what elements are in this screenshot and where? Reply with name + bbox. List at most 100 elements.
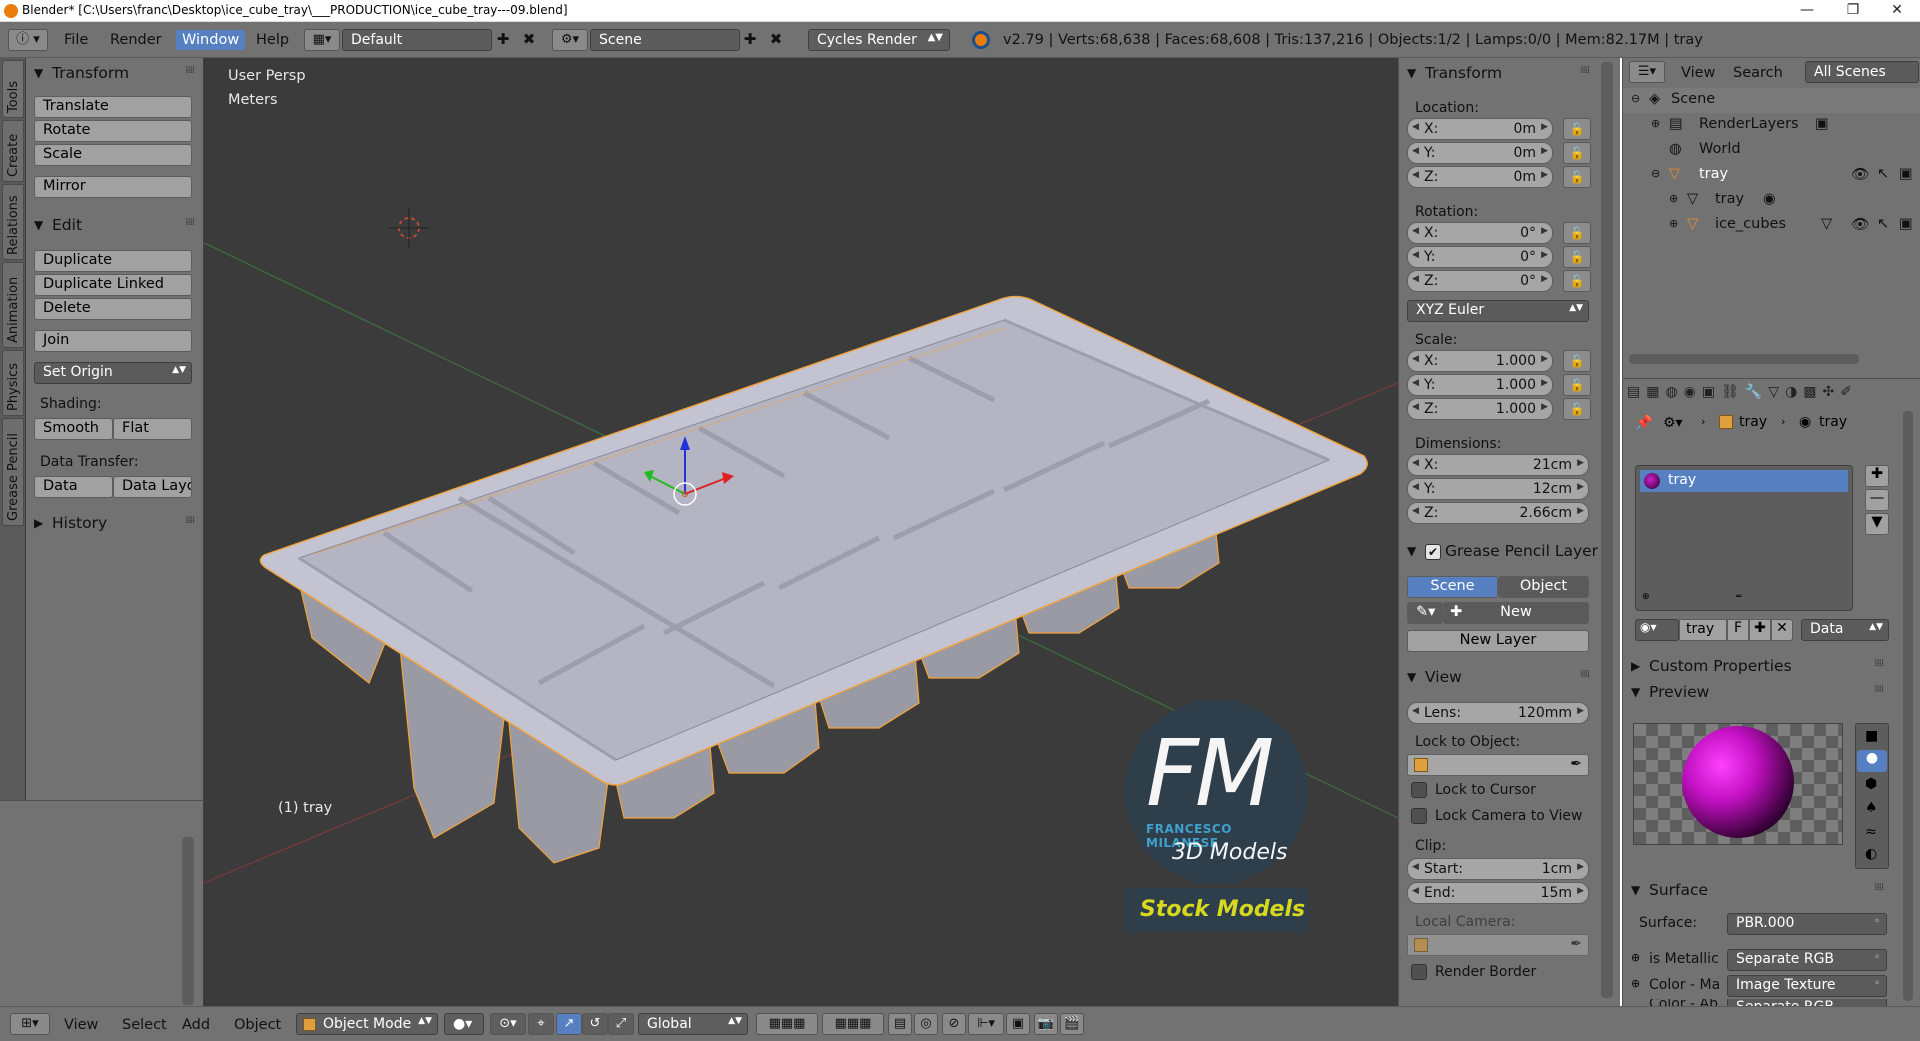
- rotate-button[interactable]: Rotate: [34, 120, 192, 142]
- material-slot-row[interactable]: tray: [1640, 470, 1848, 492]
- dimension-z-field[interactable]: ◀ Z: 2.66cm ▶: [1407, 502, 1589, 524]
- proportional-edit-icon[interactable]: ◎: [914, 1013, 938, 1035]
- scale-button[interactable]: Scale: [34, 144, 192, 166]
- lock-rotation-y-icon[interactable]: 🔓: [1563, 246, 1591, 268]
- lock-scale-z-icon[interactable]: 🔓: [1563, 398, 1591, 420]
- outliner-item-ice-cubes[interactable]: ⊕ ▽ ice_cubes ▽ 👁 ↖ ▣: [1623, 213, 1920, 238]
- 3d-viewport[interactable]: User Persp Meters (1) tray FM FRANCESCO …: [204, 58, 1398, 1006]
- render-camera-icon[interactable]: ▣: [1899, 216, 1913, 232]
- grease-pencil-icon[interactable]: ✎▾: [1407, 602, 1443, 624]
- shading-smooth-button[interactable]: Smooth: [34, 418, 113, 440]
- lock-object-field[interactable]: ✒: [1407, 754, 1589, 776]
- preview-sky-icon[interactable]: ◐: [1865, 846, 1877, 862]
- is-metallic-input-select[interactable]: Separate RGB ◦: [1727, 949, 1887, 971]
- shading-flat-button[interactable]: Flat: [113, 418, 192, 440]
- data-transfer-data-button[interactable]: Data: [34, 476, 113, 498]
- preview-header[interactable]: ▼ Preview ⁞⁞⁞⁞: [1623, 681, 1893, 705]
- outliner-item-tray[interactable]: ⊖ ▽ tray 👁 ↖ ▣: [1623, 163, 1920, 188]
- outliner-display-mode[interactable]: All Scenes: [1805, 61, 1919, 83]
- collapse-icon[interactable]: ⊖: [1631, 92, 1640, 105]
- n-view-header[interactable]: ▼ View ⁞⁞⁞⁞: [1399, 666, 1599, 690]
- material-specials-button[interactable]: ▼: [1865, 513, 1889, 535]
- outliner-item-world[interactable]: ◍ World: [1623, 138, 1920, 163]
- lock-location-x-icon[interactable]: 🔓: [1563, 118, 1591, 140]
- drag-grip-icon[interactable]: ⁞⁞⁞⁞: [1580, 669, 1590, 680]
- new-material-button[interactable]: ✚: [1749, 619, 1771, 641]
- lock-camera-layers-icon[interactable]: ▤: [888, 1013, 912, 1035]
- drag-grip-icon[interactable]: ⁞⁞⁞⁞: [1874, 658, 1884, 669]
- grease-new-button[interactable]: ✚ New: [1443, 602, 1589, 624]
- screen-layout-icon[interactable]: ▦▾: [304, 29, 340, 51]
- menu-window[interactable]: Window: [176, 30, 246, 50]
- add-scene-icon[interactable]: ✚: [741, 31, 759, 49]
- context-tab-icons[interactable]: ▤▦◍◉▣⛓🔧▽◑▩✣✐: [1627, 384, 1858, 400]
- location-z-field[interactable]: ◀ Z: 0m ▶: [1407, 166, 1553, 188]
- grease-object-button[interactable]: Object: [1498, 576, 1589, 598]
- scale-y-field[interactable]: ◀ Y: 1.000 ▶: [1407, 374, 1553, 396]
- render-opengl-icon[interactable]: 📷: [1034, 1013, 1058, 1035]
- scale-z-field[interactable]: ◀ Z: 1.000 ▶: [1407, 398, 1553, 420]
- select-arrow-icon[interactable]: ↖: [1877, 216, 1889, 232]
- visibility-eye-icon[interactable]: 👁: [1851, 166, 1869, 183]
- lens-field[interactable]: ◀ Lens: 120mm ▶: [1407, 702, 1589, 724]
- expand-icon[interactable]: ⊕: [1669, 217, 1678, 230]
- lock-rotation-z-icon[interactable]: 🔓: [1563, 270, 1591, 292]
- maximize-button[interactable]: ❐: [1830, 0, 1876, 22]
- clip-end-field[interactable]: ◀ End: 15m ▶: [1407, 882, 1589, 904]
- drag-grip-icon[interactable]: ⁞⁞⁞⁞: [1874, 882, 1884, 893]
- color-map-input-select[interactable]: Image Texture ◦: [1727, 975, 1887, 997]
- clip-start-field[interactable]: ◀ Start: 1cm ▶: [1407, 858, 1589, 880]
- properties-scrollbar[interactable]: [1903, 411, 1913, 1001]
- tab-create[interactable]: Create: [2, 120, 24, 182]
- outliner-item-renderlayers[interactable]: ⊕ ▤ RenderLayers ▣: [1623, 113, 1920, 138]
- drag-grip-icon[interactable]: ⁞⁞⁞⁞: [185, 65, 195, 76]
- history-panel-header[interactable]: ▶ History ⁞⁞⁞⁞: [26, 512, 204, 536]
- menu-object[interactable]: Object: [228, 1015, 287, 1035]
- rotation-y-field[interactable]: ◀ Y: 0° ▶: [1407, 246, 1553, 268]
- eyedropper-icon[interactable]: ✒: [1570, 936, 1582, 952]
- grease-scene-button[interactable]: Scene: [1407, 576, 1498, 598]
- rotation-z-field[interactable]: ◀ Z: 0° ▶: [1407, 270, 1553, 292]
- material-link-select[interactable]: Data ▲▼: [1801, 619, 1889, 641]
- render-border-checkbox[interactable]: [1411, 964, 1427, 980]
- expand-icon[interactable]: ⊕: [1669, 192, 1678, 205]
- translate-button[interactable]: Translate: [34, 96, 192, 118]
- socket-expand-icon[interactable]: ⊕: [1631, 977, 1640, 990]
- tab-physics[interactable]: Physics: [2, 350, 24, 416]
- material-browse-button[interactable]: ◉▾: [1635, 619, 1679, 641]
- menu-select[interactable]: Select: [116, 1015, 173, 1035]
- preview-monkey-icon[interactable]: ♠: [1865, 800, 1878, 816]
- outliner-search-menu[interactable]: Search: [1727, 63, 1789, 83]
- outliner-view-menu[interactable]: View: [1675, 63, 1721, 83]
- pin-icon[interactable]: 📌: [1635, 415, 1652, 431]
- outliner-h-scrollbar[interactable]: [1629, 354, 1859, 364]
- operator-scrollbar[interactable]: [182, 837, 194, 1005]
- grease-new-layer-button[interactable]: New Layer: [1407, 630, 1589, 652]
- eyedropper-icon[interactable]: ✒: [1570, 756, 1582, 772]
- rotate-manipulator-icon[interactable]: ↺: [582, 1013, 608, 1035]
- lock-cursor-checkbox[interactable]: [1411, 782, 1427, 798]
- drag-grip-icon[interactable]: ⁞⁞⁞⁞: [1580, 65, 1590, 76]
- snap-target-icon[interactable]: ▣: [1006, 1013, 1030, 1035]
- preview-sphere-icon[interactable]: ●: [1857, 750, 1887, 772]
- local-camera-field[interactable]: ✒: [1407, 934, 1589, 956]
- scale-manipulator-icon[interactable]: ⤢: [608, 1013, 634, 1035]
- rotation-x-field[interactable]: ◀ X: 0° ▶: [1407, 222, 1553, 244]
- render-camera-icon[interactable]: ▣: [1899, 166, 1913, 182]
- lock-location-y-icon[interactable]: 🔓: [1563, 142, 1591, 164]
- menu-add[interactable]: Add: [176, 1015, 216, 1035]
- translate-manipulator-icon[interactable]: ↗: [556, 1013, 582, 1035]
- interaction-mode-select[interactable]: Object Mode ▲▼: [296, 1013, 438, 1035]
- scale-x-field[interactable]: ◀ X: 1.000 ▶: [1407, 350, 1553, 372]
- set-origin-select[interactable]: Set Origin ▲▼: [34, 362, 192, 384]
- transform-panel-header[interactable]: ▼ Transform ⁞⁞⁞⁞: [26, 62, 204, 86]
- menu-render[interactable]: Render: [104, 30, 168, 50]
- add-screen-icon[interactable]: ✚: [494, 31, 512, 49]
- dimension-y-field[interactable]: ◀ Y: 12cm ▶: [1407, 478, 1589, 500]
- lock-camera-checkbox[interactable]: [1411, 808, 1427, 824]
- unlink-material-button[interactable]: ✕: [1771, 619, 1793, 641]
- list-grip-icon[interactable]: ═: [1736, 592, 1741, 602]
- scene-layers-grid-1[interactable]: ▦▦▦: [756, 1013, 818, 1035]
- tab-grease-pencil[interactable]: Grease Pencil: [2, 418, 24, 526]
- delete-button[interactable]: Delete: [34, 298, 192, 320]
